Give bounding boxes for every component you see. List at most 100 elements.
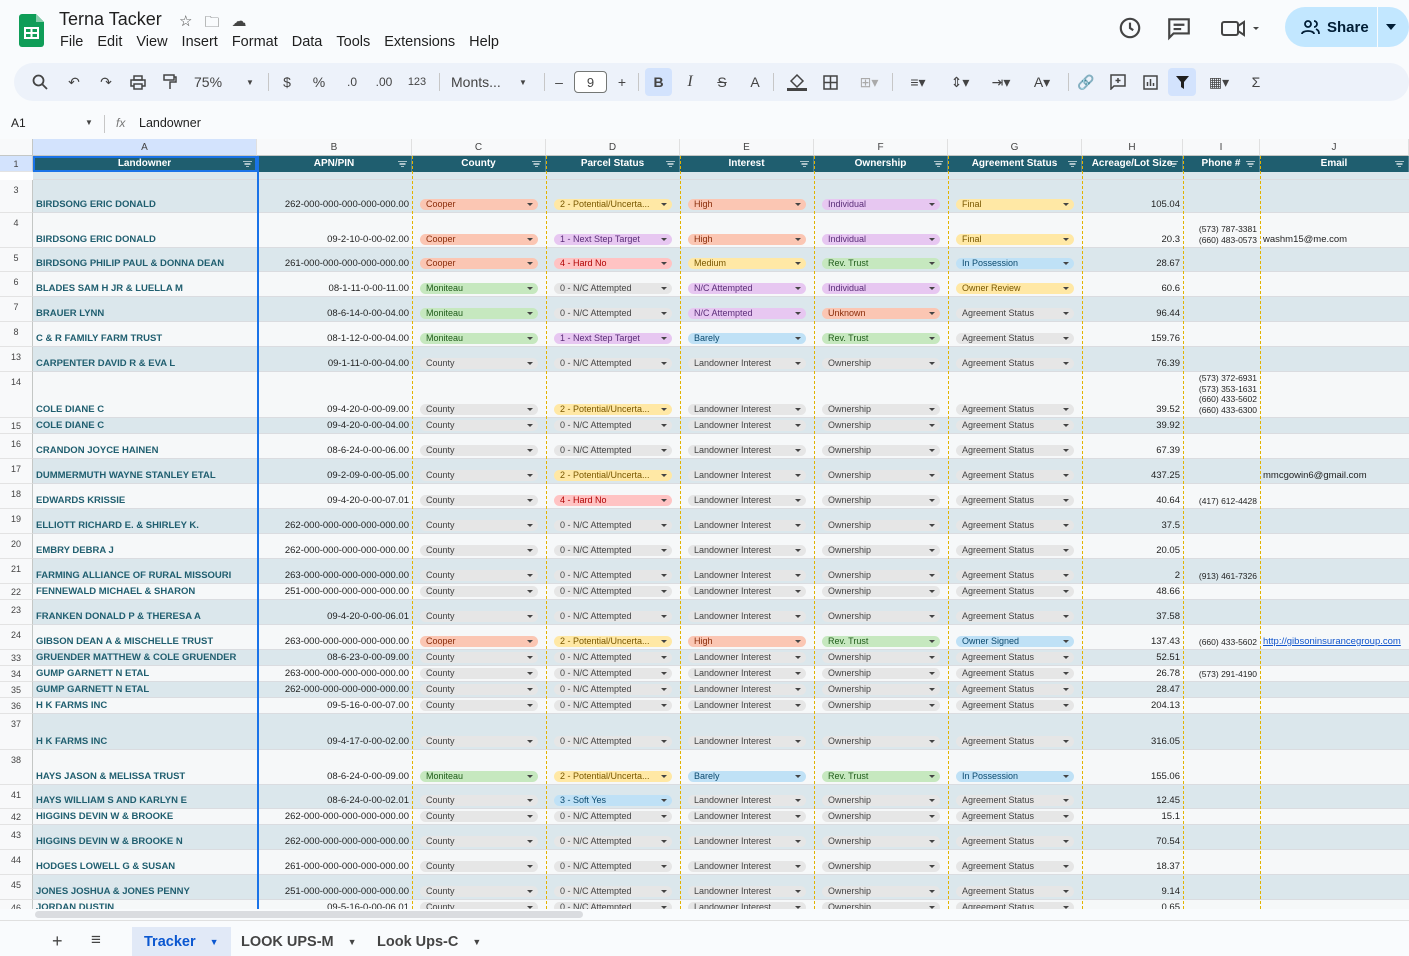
owner-cell[interactable]: FENNEWALD MICHAEL & SHARON [36, 586, 254, 597]
dropdown-arrow-icon[interactable] [661, 499, 667, 502]
apn-cell[interactable]: 262-000-000-000-000-000.00 [260, 811, 409, 822]
dropdown-arrow-icon[interactable] [661, 640, 667, 643]
parcel-dropdown[interactable]: 2 - Potential/Uncerta... [554, 470, 672, 481]
acreage-cell[interactable]: 39.92 [1085, 420, 1180, 431]
acreage-cell[interactable]: 48.66 [1085, 586, 1180, 597]
apn-cell[interactable]: 262-000-000-000-000-000.00 [260, 199, 409, 210]
strikethrough-button[interactable]: S [712, 63, 732, 101]
dropdown-arrow-icon[interactable] [661, 840, 667, 843]
interest-dropdown[interactable]: Barely [688, 771, 806, 782]
dropdown-arrow-icon[interactable] [929, 424, 935, 427]
acreage-cell[interactable]: 155.06 [1085, 771, 1180, 782]
acreage-cell[interactable]: 9.14 [1085, 886, 1181, 897]
apn-cell[interactable]: 09-4-20-0-00-07.01 [260, 495, 409, 506]
dropdown-arrow-icon[interactable] [661, 890, 667, 893]
header-cell-parcel-status[interactable]: Parcel Status [546, 156, 680, 172]
search-menus-icon[interactable] [28, 63, 52, 101]
agreement-dropdown[interactable]: Agreement Status [956, 445, 1074, 456]
header-cell-acreage-lot-size[interactable]: Acreage/Lot Size [1082, 156, 1183, 172]
dropdown-arrow-icon[interactable] [527, 362, 533, 365]
interest-dropdown[interactable]: Landowner Interest [688, 611, 806, 622]
ownership-dropdown[interactable]: Ownership [822, 861, 940, 872]
apn-cell[interactable]: 251-000-000-000-000-000.00 [260, 586, 409, 597]
column-header-b[interactable]: B [257, 139, 412, 156]
dropdown-arrow-icon[interactable] [527, 262, 533, 265]
more-formats-button[interactable]: 123 [404, 63, 430, 101]
dropdown-arrow-icon[interactable] [661, 203, 667, 206]
row-header[interactable]: 16 [0, 434, 33, 459]
acreage-cell[interactable]: 204.13 [1085, 700, 1180, 711]
agreement-dropdown[interactable]: Agreement Status [956, 404, 1074, 415]
parcel-dropdown[interactable]: 2 - Potential/Uncerta... [554, 199, 672, 210]
dropdown-arrow-icon[interactable] [795, 906, 801, 909]
formula-input[interactable]: Landowner [139, 116, 201, 130]
version-history-icon[interactable] [1117, 15, 1143, 41]
email-cell[interactable]: mmcgowin6@gmail.com [1263, 470, 1406, 481]
ownership-dropdown[interactable]: Ownership [822, 358, 940, 369]
dropdown-arrow-icon[interactable] [929, 740, 935, 743]
interest-dropdown[interactable]: Landowner Interest [688, 445, 806, 456]
owner-cell[interactable]: GRUENDER MATTHEW & COLE GRUENDER [36, 652, 254, 663]
parcel-dropdown[interactable]: 0 - N/C Attempted [554, 684, 672, 695]
county-dropdown[interactable]: Cooper [420, 258, 538, 269]
dropdown-arrow-icon[interactable] [929, 865, 935, 868]
text-rotation-icon[interactable]: A▾ [1025, 63, 1059, 101]
apn-cell[interactable]: 09-4-20-0-00-04.00 [260, 420, 409, 431]
bold-button[interactable]: B [645, 68, 672, 96]
agreement-dropdown[interactable]: Owner Signed [956, 636, 1074, 647]
acreage-cell[interactable]: 20.3 [1085, 234, 1181, 245]
agreement-dropdown[interactable]: Agreement Status [956, 668, 1074, 679]
owner-cell[interactable]: DUMMERMUTH WAYNE STANLEY ETAL [36, 470, 254, 481]
county-dropdown[interactable]: County [420, 611, 538, 622]
dropdown-arrow-icon[interactable] [795, 840, 801, 843]
dropdown-arrow-icon[interactable] [661, 312, 667, 315]
insert-link-icon[interactable]: 🔗 [1075, 63, 1097, 101]
share-button[interactable]: Share [1285, 7, 1409, 47]
dropdown-arrow-icon[interactable] [527, 424, 533, 427]
owner-cell[interactable]: BIRDSONG ERIC DONALD [36, 234, 254, 245]
parcel-dropdown[interactable]: 0 - N/C Attempted [554, 668, 672, 679]
ownership-dropdown[interactable]: Ownership [822, 795, 940, 806]
apn-cell[interactable]: 08-6-23-0-00-09.00 [260, 652, 409, 663]
row-header[interactable]: 14 [0, 372, 33, 418]
dropdown-arrow-icon[interactable] [527, 499, 533, 502]
column-filter-icon[interactable] [800, 161, 809, 167]
ownership-dropdown[interactable]: Ownership [822, 886, 940, 897]
dropdown-arrow-icon[interactable] [929, 474, 935, 477]
dropdown-arrow-icon[interactable] [1063, 449, 1069, 452]
menu-insert[interactable]: Insert [182, 34, 218, 50]
dropdown-arrow-icon[interactable] [1063, 549, 1069, 552]
column-filter-icon[interactable] [1246, 161, 1255, 167]
dropdown-arrow-icon[interactable] [527, 865, 533, 868]
dropdown-arrow-icon[interactable] [527, 775, 533, 778]
dropdown-arrow-icon[interactable] [527, 449, 533, 452]
parcel-dropdown[interactable]: 2 - Potential/Uncerta... [554, 771, 672, 782]
parcel-dropdown[interactable]: 0 - N/C Attempted [554, 836, 672, 847]
interest-dropdown[interactable]: Landowner Interest [688, 652, 806, 663]
dropdown-arrow-icon[interactable] [1063, 262, 1069, 265]
agreement-dropdown[interactable]: Agreement Status [956, 795, 1074, 806]
phone-cell[interactable]: (573) 787-3381 (660) 483-0573 [1186, 224, 1257, 245]
dropdown-arrow-icon[interactable] [661, 704, 667, 707]
agreement-dropdown[interactable]: Agreement Status [956, 570, 1074, 581]
dropdown-arrow-icon[interactable] [1063, 865, 1069, 868]
dropdown-arrow-icon[interactable] [1063, 408, 1069, 411]
dropdown-arrow-icon[interactable] [929, 688, 935, 691]
apn-cell[interactable]: 263-000-000-000-000-000.00 [260, 570, 409, 581]
dropdown-arrow-icon[interactable] [795, 865, 801, 868]
row-header[interactable]: 44 [0, 850, 33, 875]
interest-dropdown[interactable]: Landowner Interest [688, 902, 806, 909]
dropdown-arrow-icon[interactable] [661, 615, 667, 618]
interest-dropdown[interactable]: Landowner Interest [688, 861, 806, 872]
column-filter-icon[interactable] [934, 161, 943, 167]
interest-dropdown[interactable]: Landowner Interest [688, 570, 806, 581]
dropdown-arrow-icon[interactable] [929, 574, 935, 577]
dropdown-arrow-icon[interactable] [929, 549, 935, 552]
header-cell-email[interactable]: Email [1260, 156, 1409, 172]
county-dropdown[interactable]: Moniteau [420, 771, 538, 782]
dropdown-arrow-icon[interactable] [527, 203, 533, 206]
dropdown-arrow-icon[interactable] [661, 524, 667, 527]
owner-cell[interactable]: BIRDSONG ERIC DONALD [36, 199, 254, 210]
acreage-cell[interactable]: 67.39 [1085, 445, 1180, 456]
dropdown-arrow-icon[interactable] [795, 640, 801, 643]
